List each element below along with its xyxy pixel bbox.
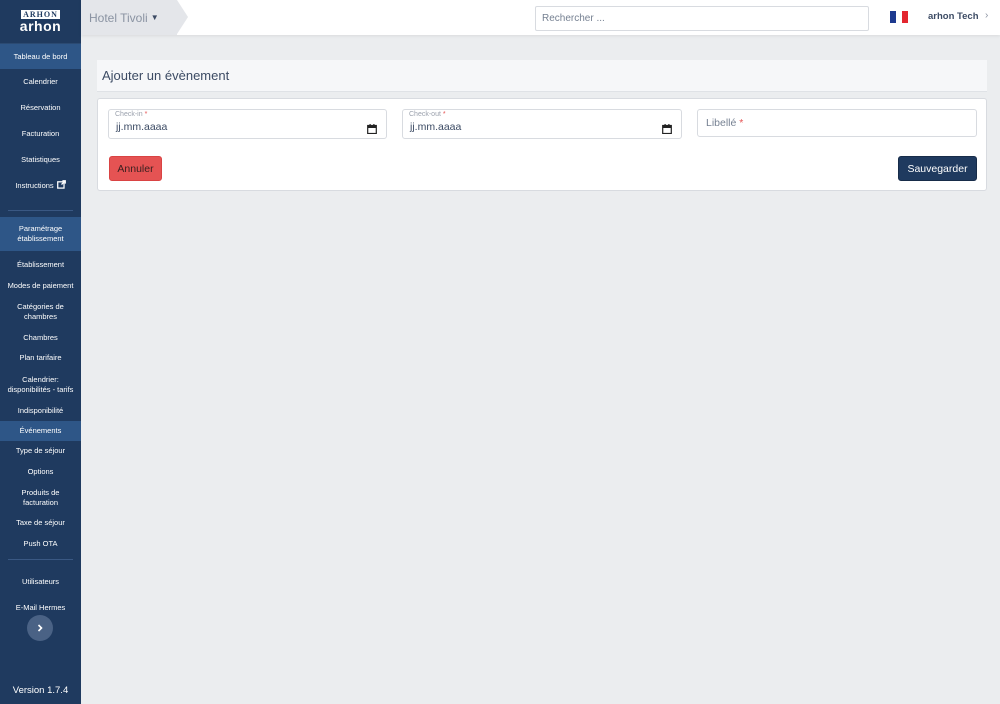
hotel-name: Hotel Tivoli <box>89 10 148 25</box>
libelle-field[interactable]: Libellé * <box>697 109 977 137</box>
checkin-value: jj.mm.aaaa <box>116 121 168 133</box>
sidebar-item-statistics[interactable]: Statistiques <box>0 147 81 173</box>
checkin-label: Check-in * <box>115 111 148 118</box>
sidebar-item-label: Statistiques <box>21 155 60 164</box>
sidebar-item-users[interactable]: Utilisateurs <box>0 569 81 595</box>
save-button[interactable]: Sauvegarder <box>898 156 977 181</box>
sidebar: ARHON arhon Tableau de bord Calendrier R… <box>0 0 81 704</box>
sidebar-section-settings[interactable]: Paramétrage établissement <box>0 217 81 251</box>
sidebar-item-label: Catégories de chambres <box>17 301 64 321</box>
page-title: Ajouter un évènement <box>102 68 230 83</box>
sidebar-item-label: Utilisateurs <box>21 577 60 586</box>
checkout-field[interactable]: Check-out * jj.mm.aaaa <box>402 109 682 139</box>
checkout-label: Check-out * <box>409 111 446 118</box>
sidebar-item-label: Événements <box>19 426 62 435</box>
user-menu[interactable]: arhon Tech <box>928 11 979 22</box>
sidebar-item-events[interactable]: Événements <box>0 421 81 441</box>
sidebar-item-label: Facturation <box>21 129 60 138</box>
sidebar-item-billing-products[interactable]: Produits de facturation <box>0 482 81 513</box>
external-link-icon <box>56 180 66 192</box>
libelle-label: Libellé * <box>706 117 744 129</box>
calendar-icon[interactable] <box>662 121 672 139</box>
sidebar-item-label: Produits de facturation <box>21 487 60 507</box>
sidebar-item-availability-calendar[interactable]: Calendrier: disponibilités - tarifs <box>0 369 81 400</box>
chevron-right-icon <box>36 619 44 637</box>
sidebar-toggle-button[interactable] <box>27 615 53 641</box>
checkout-value: jj.mm.aaaa <box>410 121 462 133</box>
sidebar-item-rooms[interactable]: Chambres <box>0 328 81 347</box>
sidebar-item-label: Plan tarifaire <box>19 353 62 362</box>
sidebar-item-label: Push OTA <box>23 538 58 548</box>
sidebar-item-rate-plan[interactable]: Plan tarifaire <box>0 347 81 369</box>
brand-logo[interactable]: ARHON arhon <box>0 0 81 44</box>
app-version: Version 1.7.4 <box>12 685 69 696</box>
sidebar-item-label: Taxe de séjour <box>16 518 65 527</box>
sidebar-item-dashboard[interactable]: Tableau de bord <box>0 44 81 69</box>
sidebar-item-stay-type[interactable]: Type de séjour <box>0 441 81 461</box>
sidebar-item-label: Instructions <box>15 181 54 190</box>
top-header: Hotel Tivoli ▼ arhon Tech › <box>81 0 1000 35</box>
sidebar-item-label: Modes de paiement <box>7 280 74 290</box>
sidebar-item-label: Tableau de bord <box>13 51 68 61</box>
sidebar-item-establishment[interactable]: Établissement <box>0 253 81 276</box>
sidebar-item-payment-modes[interactable]: Modes de paiement <box>0 276 81 295</box>
sidebar-item-room-categories[interactable]: Catégories de chambres <box>0 295 81 328</box>
chevron-right-icon[interactable]: › <box>985 10 988 21</box>
sidebar-item-label: Indisponibilité <box>17 405 64 415</box>
sidebar-item-instructions[interactable]: Instructions <box>0 173 81 199</box>
sidebar-item-billing[interactable]: Facturation <box>0 121 81 147</box>
sidebar-item-label: Calendrier <box>23 77 58 86</box>
search-input[interactable] <box>535 6 869 31</box>
page-title-bar: Ajouter un évènement <box>97 60 987 92</box>
cancel-button[interactable]: Annuler <box>109 156 162 181</box>
caret-down-icon: ▼ <box>150 13 159 22</box>
sidebar-item-reservation[interactable]: Réservation <box>0 95 81 121</box>
sidebar-item-label: Calendrier: disponibilités - tarifs <box>7 374 74 394</box>
sidebar-item-tourist-tax[interactable]: Taxe de séjour <box>0 513 81 533</box>
sidebar-item-label: Chambres <box>23 332 58 342</box>
france-flag-icon[interactable] <box>890 11 908 23</box>
sidebar-item-unavailability[interactable]: Indisponibilité <box>0 400 81 421</box>
sidebar-item-label: Options <box>27 466 54 476</box>
sidebar-item-label: Établissement <box>16 259 65 269</box>
checkin-field[interactable]: Check-in * jj.mm.aaaa <box>108 109 387 139</box>
sidebar-item-label: Réservation <box>20 103 61 112</box>
sidebar-section-label: Paramétrage établissement <box>17 224 64 243</box>
sidebar-divider <box>8 559 73 560</box>
event-form-card: Check-in * jj.mm.aaaa Check-out * jj.mm.… <box>97 98 987 191</box>
sidebar-item-options[interactable]: Options <box>0 461 81 482</box>
brand-word: arhon <box>19 17 62 34</box>
sidebar-divider <box>8 210 73 211</box>
hotel-selector[interactable]: Hotel Tivoli ▼ <box>81 0 188 35</box>
calendar-icon[interactable] <box>367 121 377 139</box>
sidebar-item-label: E-Mail Hermes <box>15 603 66 612</box>
sidebar-item-push-ota[interactable]: Push OTA <box>0 533 81 554</box>
sidebar-item-calendar[interactable]: Calendrier <box>0 69 81 95</box>
sidebar-item-label: Type de séjour <box>15 446 66 455</box>
